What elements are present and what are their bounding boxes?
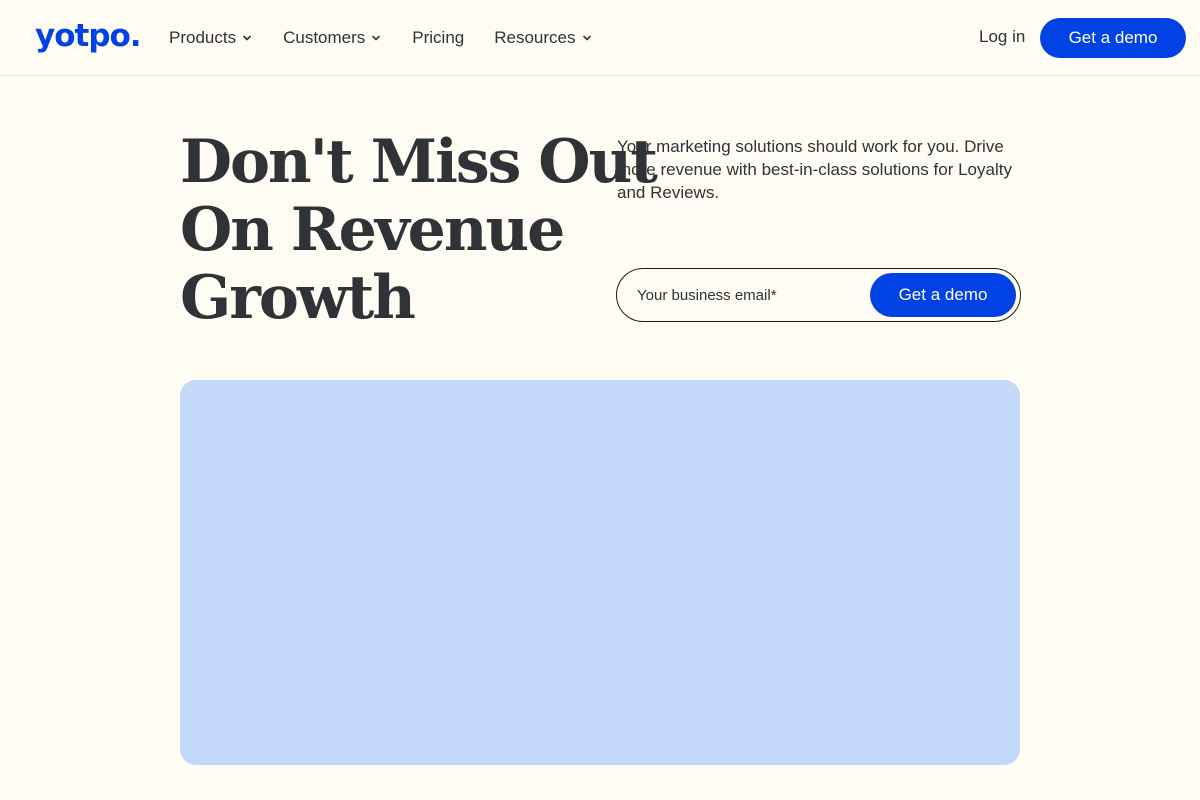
login-link[interactable]: Log in [979,26,1025,48]
nav-item-label: Pricing [412,27,465,47]
nav-item-pricing[interactable]: Pricing [412,28,464,48]
hero-description: Your marketing solutions should work for… [617,137,1012,202]
nav-item-products[interactable]: Products [169,28,253,48]
get-demo-button-header[interactable]: Get a demo [1040,18,1186,58]
hero-media-panel [180,380,1020,765]
chevron-down-icon [241,32,253,44]
main-nav: Products Customers Pricing Resources [169,0,623,75]
hero-title-line: Don't Miss Out [180,127,658,197]
chevron-down-icon [581,32,593,44]
chevron-down-icon [370,32,382,44]
site-header: yotpo. Products Customers Pricing Resour… [0,0,1200,76]
yotpo-logo[interactable]: yotpo. [35,14,142,58]
nav-item-label: Resources [494,27,576,47]
hero-title: Don't Miss Out On Revenue Growth [180,127,658,333]
nav-item-label: Products [169,27,237,47]
business-email-input[interactable] [637,281,857,309]
hero-title-line: Growth [180,263,416,333]
nav-item-customers[interactable]: Customers [283,28,382,48]
hero-title-line: On Revenue [180,195,565,265]
demo-email-form: Get a demo [616,268,1021,322]
nav-item-resources[interactable]: Resources [494,28,592,48]
nav-item-label: Customers [283,27,366,47]
get-demo-button-form[interactable]: Get a demo [870,273,1016,317]
